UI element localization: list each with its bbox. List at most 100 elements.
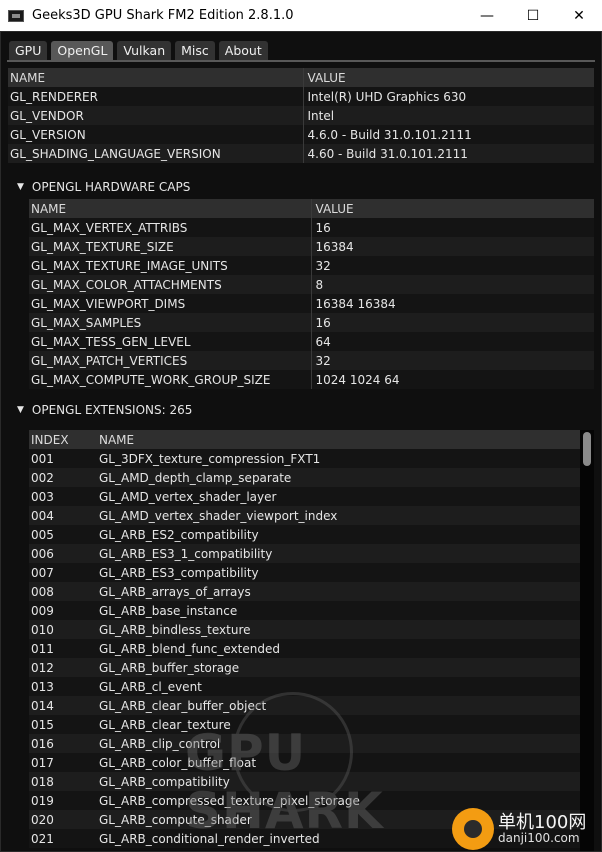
row-index: 020	[29, 810, 97, 829]
row-name: GL_MAX_TEXTURE_SIZE	[29, 237, 311, 256]
row-index: 011	[29, 639, 97, 658]
row-index: 001	[29, 449, 97, 468]
minimize-button[interactable]: —	[464, 0, 510, 31]
table-row: 016 GL_ARB_clip_control	[29, 734, 580, 753]
table-header: INDEX NAME	[29, 430, 580, 449]
table-row: 007 GL_ARB_ES3_compatibility	[29, 563, 580, 582]
tab-opengl[interactable]: OpenGL	[51, 41, 114, 61]
table-row: 005 GL_ARB_ES2_compatibility	[29, 525, 580, 544]
site-logo-icon	[452, 808, 494, 850]
table-row: GL_MAX_COLOR_ATTACHMENTS 8	[29, 275, 594, 294]
row-name: GL_MAX_VERTEX_ATTRIBS	[29, 218, 311, 237]
row-index: 018	[29, 772, 97, 791]
row-index: 002	[29, 468, 97, 487]
row-index: 010	[29, 620, 97, 639]
tab-gpu[interactable]: GPU	[9, 41, 48, 61]
row-name: GL_ARB_clear_texture	[97, 715, 580, 734]
row-name: GL_VENDOR	[8, 106, 303, 125]
table-row: GL_SHADING_LANGUAGE_VERSION 4.60 - Build …	[8, 144, 594, 163]
table-row: GL_MAX_PATCH_VERTICES 32	[29, 351, 594, 370]
row-name: GL_ARB_compatibility	[97, 772, 580, 791]
table-header: NAME VALUE	[29, 199, 594, 218]
tab-about[interactable]: About	[218, 41, 268, 61]
hw-caps-title: OPENGL HARDWARE CAPS	[31, 180, 191, 194]
table-row: 004 GL_AMD_vertex_shader_viewport_index	[29, 506, 580, 525]
table-row: 001 GL_3DFX_texture_compression_FXT1	[29, 449, 580, 468]
table-row: GL_MAX_TEXTURE_IMAGE_UNITS 32	[29, 256, 594, 275]
row-name: GL_ARB_ES3_compatibility	[97, 563, 580, 582]
window-title: Geeks3D GPU Shark FM2 Edition 2.8.1.0	[32, 8, 294, 23]
row-index: 014	[29, 696, 97, 715]
row-index: 008	[29, 582, 97, 601]
row-name: GL_ARB_ES2_compatibility	[97, 525, 580, 544]
row-name: GL_ARB_clip_control	[97, 734, 580, 753]
maximize-button[interactable]: ☐	[510, 0, 556, 31]
table-row: 018 GL_ARB_compatibility	[29, 772, 580, 791]
tab-misc[interactable]: Misc	[175, 41, 215, 61]
row-name: GL_MAX_TEXTURE_IMAGE_UNITS	[29, 256, 311, 275]
row-index: 012	[29, 658, 97, 677]
tab-vulkan[interactable]: Vulkan	[117, 41, 172, 61]
extensions-scrollbar[interactable]	[580, 430, 594, 851]
row-value: 32	[310, 351, 594, 370]
column-header-value[interactable]: VALUE	[310, 199, 594, 218]
table-row: GL_MAX_TEXTURE_SIZE 16384	[29, 237, 594, 256]
row-index: 004	[29, 506, 97, 525]
collapse-arrow-icon: ▼	[17, 405, 24, 415]
table-row: GL_RENDERER Intel(R) UHD Graphics 630	[8, 87, 594, 106]
extensions-table: INDEX NAME 001 GL_3DFX_texture_compressio…	[29, 430, 580, 848]
row-name: GL_AMD_depth_clamp_separate	[97, 468, 580, 487]
extensions-header[interactable]: ▼ OPENGL EXTENSIONS: 265	[17, 403, 192, 417]
table-row: GL_MAX_VIEWPORT_DIMS 16384 16384	[29, 294, 594, 313]
app-icon	[8, 9, 24, 22]
row-name: GL_ARB_bindless_texture	[97, 620, 580, 639]
row-index: 007	[29, 563, 97, 582]
row-name: GL_ARB_buffer_storage	[97, 658, 580, 677]
table-row: 010 GL_ARB_bindless_texture	[29, 620, 580, 639]
tab-bar: GPU OpenGL Vulkan Misc About	[9, 41, 268, 61]
site-badge: 单机100网 danji100.com	[452, 806, 602, 852]
row-value: 1024 1024 64	[310, 370, 594, 389]
row-value: 8	[310, 275, 594, 294]
table-header: NAME VALUE	[8, 68, 594, 87]
close-button[interactable]: ✕	[556, 0, 602, 31]
title-bar: Geeks3D GPU Shark FM2 Edition 2.8.1.0 — …	[0, 0, 602, 31]
row-name: GL_ARB_cl_event	[97, 677, 580, 696]
row-name: GL_ARB_clear_buffer_object	[97, 696, 580, 715]
table-row: GL_VERSION 4.6.0 - Build 31.0.101.2111	[8, 125, 594, 144]
row-index: 015	[29, 715, 97, 734]
row-value: 16	[310, 218, 594, 237]
row-value: 16	[310, 313, 594, 332]
site-badge-text: 单机100网 danji100.com	[498, 811, 587, 846]
row-name: GL_ARB_blend_func_extended	[97, 639, 580, 658]
row-name: GL_VERSION	[8, 125, 303, 144]
site-name-cn: 单机100网	[498, 811, 587, 833]
row-name: GL_RENDERER	[8, 87, 303, 106]
table-row: 003 GL_AMD_vertex_shader_layer	[29, 487, 580, 506]
row-index: 005	[29, 525, 97, 544]
main-panel: GPU OpenGL Vulkan Misc About NAME VALUE …	[0, 31, 602, 852]
row-value: 32	[310, 256, 594, 275]
column-header-name[interactable]: NAME	[29, 199, 311, 218]
extensions-list[interactable]: INDEX NAME 001 GL_3DFX_texture_compressio…	[29, 430, 594, 851]
row-value: Intel(R) UHD Graphics 630	[302, 87, 594, 106]
row-name: GL_MAX_PATCH_VERTICES	[29, 351, 311, 370]
hw-caps-table: NAME VALUE GL_MAX_VERTEX_ATTRIBS 16 GL_MA…	[29, 199, 594, 389]
row-name: GL_MAX_VIEWPORT_DIMS	[29, 294, 311, 313]
row-index: 006	[29, 544, 97, 563]
table-row: 006 GL_ARB_ES3_1_compatibility	[29, 544, 580, 563]
column-header-value[interactable]: VALUE	[302, 68, 594, 87]
row-name: GL_ARB_arrays_of_arrays	[97, 582, 580, 601]
row-name: GL_MAX_SAMPLES	[29, 313, 311, 332]
row-value: 64	[310, 332, 594, 351]
table-row: 008 GL_ARB_arrays_of_arrays	[29, 582, 580, 601]
scrollbar-thumb[interactable]	[583, 432, 591, 466]
row-value: 16384	[310, 237, 594, 256]
column-header-name[interactable]: NAME	[8, 68, 303, 87]
row-index: 013	[29, 677, 97, 696]
hw-caps-header[interactable]: ▼ OPENGL HARDWARE CAPS	[17, 180, 190, 194]
column-header-name[interactable]: NAME	[97, 430, 580, 449]
window-controls: — ☐ ✕	[464, 0, 602, 31]
table-row: 014 GL_ARB_clear_buffer_object	[29, 696, 580, 715]
column-header-index[interactable]: INDEX	[29, 430, 97, 449]
